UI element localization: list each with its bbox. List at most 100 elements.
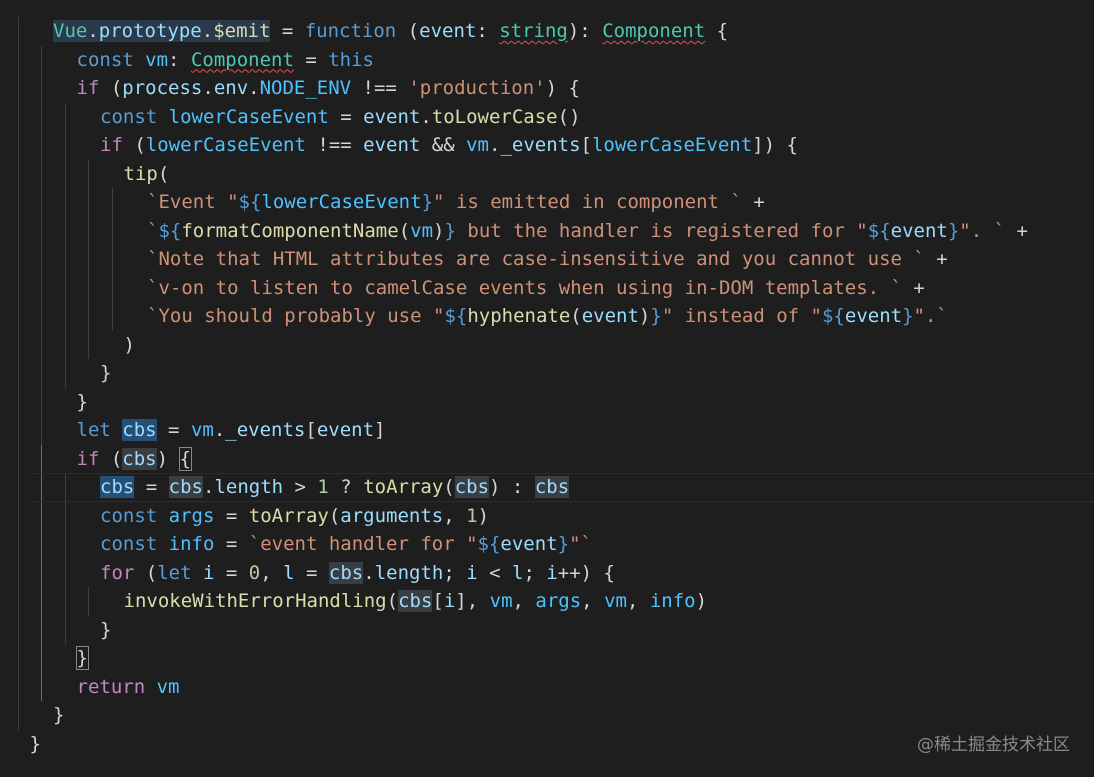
code-token: cbs	[168, 476, 203, 498]
code-editor[interactable]: Vue.prototype.$emit = function (event: s…	[0, 0, 1094, 777]
code-text: invokeWithErrorHandling(cbs[i], vm, args…	[123, 587, 707, 616]
indent-guide	[64, 188, 66, 217]
code-token: event	[363, 134, 421, 156]
indent-guide	[41, 273, 42, 302]
code-token: {	[705, 20, 729, 42]
code-token: (	[122, 134, 146, 156]
code-token: info	[168, 533, 215, 555]
code-token: Vue	[53, 20, 88, 42]
code-token: let	[157, 561, 192, 584]
code-text: if (lowerCaseEvent !== event && vm._even…	[100, 131, 798, 160]
indent-guide	[17, 387, 19, 416]
code-token: .	[87, 20, 99, 42]
code-token: event	[363, 105, 421, 128]
code-token: }	[947, 219, 960, 242]
code-line[interactable]: }	[0, 644, 1094, 673]
code-line[interactable]: tip(	[0, 159, 1094, 188]
code-line[interactable]: invokeWithErrorHandling(cbs[i], vm, args…	[0, 587, 1094, 616]
indent-guide	[17, 216, 19, 245]
indent-guide	[41, 74, 42, 103]
code-token: invokeWithErrorHandling	[123, 590, 387, 612]
code-token: _events	[225, 419, 306, 441]
code-line[interactable]: return vm	[0, 672, 1094, 702]
code-token: [	[432, 590, 444, 612]
code-token: i	[466, 561, 478, 584]
code-token: cbs	[534, 476, 570, 498]
code-token: Component	[190, 48, 294, 71]
code-line[interactable]: const args = toArray(arguments, 1)	[0, 501, 1094, 530]
code-token: args	[168, 504, 215, 527]
code-line[interactable]: }	[0, 615, 1094, 645]
code-token: (	[396, 20, 420, 42]
code-token: arguments	[340, 504, 444, 527]
indent-guide	[17, 188, 19, 217]
code-line[interactable]: Vue.prototype.$emit = function (event: s…	[0, 17, 1094, 46]
code-token: toArray	[363, 476, 444, 498]
indent-guide	[41, 444, 42, 473]
code-text: const lowerCaseEvent = event.toLowerCase…	[100, 103, 581, 132]
code-token: .	[202, 77, 214, 99]
code-text: }	[100, 616, 111, 645]
code-token: length	[374, 561, 444, 584]
code-line[interactable]: )	[0, 330, 1094, 359]
code-line[interactable]: }	[0, 387, 1094, 416]
code-token: cbs	[328, 561, 364, 584]
code-token: if	[76, 447, 100, 470]
code-token: :	[168, 48, 191, 71]
code-line[interactable]: const info = `event handler for "${event…	[0, 530, 1094, 559]
code-line[interactable]: if (process.env.NODE_ENV !== 'production…	[0, 74, 1094, 103]
code-token: " is emitted in component `	[433, 191, 742, 213]
watermark: @稀土掘金技术社区	[917, 735, 1070, 755]
code-line[interactable]: `Event "${lowerCaseEvent}" is emitted in…	[0, 188, 1094, 217]
code-token: if	[76, 77, 100, 99]
code-line[interactable]: let cbs = vm._events[event]	[0, 416, 1094, 445]
code-line[interactable]: const vm: Component = this	[0, 45, 1094, 74]
code-token: ) :	[489, 476, 535, 498]
code-line[interactable]: `v-on to listen to camelCase events when…	[0, 273, 1094, 302]
code-token: ;	[523, 561, 547, 584]
code-token: `event handler for "	[248, 533, 478, 555]
code-line[interactable]: if (cbs) {	[0, 444, 1094, 473]
code-token: event	[890, 219, 948, 242]
code-line[interactable]: `Note that HTML attributes are case-inse…	[0, 245, 1094, 274]
code-line[interactable]: const lowerCaseEvent = event.toLowerCase…	[0, 102, 1094, 132]
code-text: return vm	[77, 673, 180, 702]
code-token: (	[99, 77, 123, 99]
code-line[interactable]: `${formatComponentName(vm)} but the hand…	[0, 216, 1094, 245]
code-token: hyphenate	[467, 305, 571, 327]
indent-guide	[17, 587, 19, 616]
code-token: cbs	[100, 476, 135, 498]
code-token: lowerCaseEvent	[145, 134, 306, 156]
code-token: formatComponentName	[181, 219, 399, 242]
code-line[interactable]: `You should probably use "${hyphenate(ev…	[0, 302, 1094, 331]
code-token: toArray	[248, 504, 329, 527]
indent-guide	[17, 701, 19, 730]
code-token: env	[213, 77, 249, 99]
code-token: 1	[466, 504, 478, 527]
indent-guide	[64, 501, 66, 530]
code-token: ".`	[913, 305, 948, 327]
code-token: .	[202, 476, 215, 498]
code-line[interactable]: if (lowerCaseEvent !== event && vm._even…	[0, 131, 1094, 160]
indent-guide	[41, 530, 42, 559]
code-token: ,	[260, 561, 284, 584]
indent-guide	[88, 330, 89, 359]
indent-guide	[64, 473, 66, 502]
code-token: }	[650, 305, 662, 327]
code-token: )	[123, 333, 135, 356]
code-line[interactable]: }	[0, 359, 1094, 388]
indent-guide	[64, 245, 66, 274]
code-token: cbs	[454, 476, 490, 498]
code-line[interactable]: cbs = cbs.length > 1 ? toArray(cbs) : cb…	[0, 473, 1094, 502]
code-token: const	[100, 504, 158, 527]
code-token: const	[100, 105, 158, 128]
indent-guide	[17, 245, 19, 274]
code-token: " instead of "	[661, 305, 822, 327]
code-token: =	[214, 504, 249, 527]
code-token: ,	[581, 590, 605, 612]
code-token: =	[294, 561, 329, 584]
code-line[interactable]: }	[0, 701, 1094, 730]
code-line[interactable]: for (let i = 0, l = cbs.length; i < l; i…	[0, 558, 1094, 587]
indent-guide	[17, 45, 19, 74]
